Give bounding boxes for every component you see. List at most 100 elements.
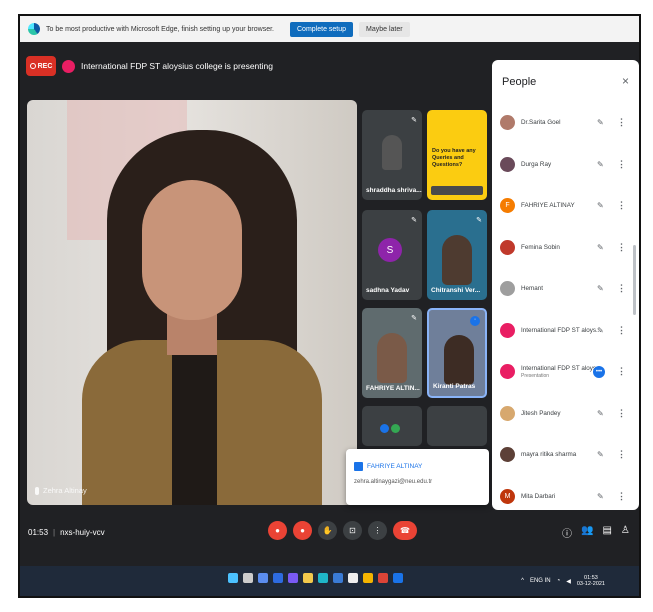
chevron-up-icon[interactable]: ^ xyxy=(521,578,524,584)
more-options-icon[interactable]: ⋮ xyxy=(617,325,626,336)
clock[interactable]: 01:53 03-12-2021 xyxy=(577,575,605,587)
list-item[interactable]: International FDP ST aloys... Presentati… xyxy=(492,351,639,393)
speaker-shirt xyxy=(172,350,217,505)
list-item[interactable]: Durga Ray ✎ ⋮ xyxy=(492,144,639,186)
mic-off-icon[interactable]: ✎ xyxy=(597,409,604,418)
mic-off-icon[interactable]: ✎ xyxy=(597,492,604,501)
app-icon[interactable] xyxy=(393,573,403,583)
edge-logo-icon xyxy=(28,23,40,35)
edge-message: To be most productive with Microsoft Edg… xyxy=(46,25,274,33)
mic-off-icon[interactable]: ✎ xyxy=(597,201,604,210)
mic-off-icon[interactable]: ✎ xyxy=(597,450,604,459)
widgets-icon[interactable] xyxy=(273,573,283,583)
participant-tile[interactable]: ✎ S sadhna Yadav xyxy=(362,210,422,300)
participant-avatar xyxy=(500,239,515,255)
participant-tile[interactable]: · Kiranti Patras xyxy=(427,308,487,398)
participant-name: International FDP ST aloys... xyxy=(521,364,602,372)
participant-avatar: S xyxy=(378,238,402,262)
more-options-icon[interactable]: ⋮ xyxy=(617,491,626,502)
participant-avatar xyxy=(500,281,515,297)
list-item[interactable]: Jitesh Pandey ✎ ⋮ xyxy=(492,393,639,435)
activities-icon[interactable]: ♙ xyxy=(621,525,630,540)
rec-label: REC xyxy=(37,62,53,70)
participant-tile[interactable] xyxy=(362,406,422,446)
mic-off-icon: ✎ xyxy=(476,217,482,224)
task-view-icon[interactable] xyxy=(258,573,268,583)
meeting-time: 01:53 xyxy=(28,528,49,537)
participant-tile[interactable]: Do you have any Queries and Questions? xyxy=(427,110,487,200)
participant-avatar xyxy=(500,156,515,172)
chrome-icon[interactable] xyxy=(348,573,358,583)
volume-icon[interactable]: ◀ xyxy=(566,578,571,585)
participant-list: Dr.Sarita Goel ✎ ⋮ Durga Ray ✎ ⋮ F FAHRI… xyxy=(492,102,639,510)
participant-name: International FDP ST aloys... xyxy=(521,326,602,334)
participant-tile[interactable]: ✎ Chitranshi Ver... xyxy=(427,210,487,300)
more-options-button[interactable]: ⋮ xyxy=(368,521,387,540)
more-options-icon[interactable]: ⋮ xyxy=(617,449,626,460)
info-icon[interactable]: ⓘ xyxy=(562,525,572,540)
participant-name: Dr.Sarita Goel xyxy=(521,119,561,127)
file-explorer-icon[interactable] xyxy=(303,573,313,583)
mic-off-icon[interactable]: ✎ xyxy=(597,284,604,293)
participant-avatar xyxy=(500,115,515,131)
slide-question-text: Do you have any Queries and Questions? xyxy=(432,148,476,168)
complete-setup-button[interactable]: Complete setup xyxy=(290,21,354,37)
more-options-icon[interactable]: ⋮ xyxy=(617,200,626,211)
participant-silhouette xyxy=(377,333,407,383)
wifi-icon[interactable]: ◔ xyxy=(557,578,561,584)
more-options-icon[interactable]: ⋮ xyxy=(617,408,626,419)
mic-off-icon[interactable]: ✎ xyxy=(597,118,604,127)
list-item[interactable]: Hemant ✎ ⋮ xyxy=(492,268,639,310)
close-icon[interactable]: × xyxy=(622,74,629,88)
mic-off-icon: ✎ xyxy=(411,315,417,322)
end-call-button[interactable]: ☎ xyxy=(393,521,417,540)
presenting-text: International FDP ST aloysius college is… xyxy=(81,61,273,71)
start-icon[interactable] xyxy=(228,573,238,583)
main-speaker-video[interactable]: Zehra Altinay xyxy=(27,100,357,505)
more-options-icon[interactable]: ⋮ xyxy=(617,366,626,377)
participant-name: Durga Ray xyxy=(521,160,552,168)
participant-avatar xyxy=(500,447,515,463)
search-icon[interactable] xyxy=(243,573,253,583)
app-icon[interactable] xyxy=(378,573,388,583)
participant-tile[interactable] xyxy=(427,406,487,446)
more-options-icon[interactable]: ⋮ xyxy=(617,117,626,128)
participant-tile[interactable]: ✎ shraddha shriva... xyxy=(362,110,422,200)
participant-avatar: M xyxy=(500,488,515,504)
participant-info-popup[interactable]: FAHRIYE ALTINAY zehra.altinaygazi@neu.ed… xyxy=(346,449,489,505)
maybe-later-button[interactable]: Maybe later xyxy=(359,21,410,37)
list-item[interactable]: F FAHRIYE ALTINAY ✎ ⋮ xyxy=(492,185,639,227)
participant-tile[interactable]: ✎ FAHRIYE ALTIN... xyxy=(362,308,422,398)
store-icon[interactable] xyxy=(333,573,343,583)
list-item[interactable]: M Mita Darbari ✎ ⋮ xyxy=(492,476,639,511)
more-options-icon[interactable]: ⋮ xyxy=(617,159,626,170)
mic-off-icon[interactable]: ✎ xyxy=(597,243,604,252)
list-item[interactable]: Dr.Sarita Goel ✎ ⋮ xyxy=(492,102,639,144)
clock-date: 03-12-2021 xyxy=(576,581,605,588)
mic-off-icon[interactable]: ✎ xyxy=(597,326,604,335)
scrollbar[interactable] xyxy=(633,245,636,315)
more-options-icon[interactable]: ⋮ xyxy=(617,242,626,253)
edge-notification-bar: To be most productive with Microsoft Edg… xyxy=(20,16,639,42)
mic-toggle-button[interactable]: ● xyxy=(268,521,287,540)
taskbar-apps xyxy=(228,573,403,583)
teams-icon[interactable] xyxy=(288,573,298,583)
side-controls: ⓘ 👥 ▤ ♙ xyxy=(562,525,630,540)
camera-toggle-button[interactable]: ● xyxy=(293,521,312,540)
recording-badge[interactable]: REC xyxy=(26,56,56,76)
app-icon[interactable] xyxy=(363,573,373,583)
people-icon[interactable]: 👥 xyxy=(581,525,593,540)
participant-name: Hemant xyxy=(521,285,544,293)
present-button[interactable]: ⊡ xyxy=(343,521,362,540)
chat-icon[interactable]: ▤ xyxy=(602,525,611,540)
edge-icon[interactable] xyxy=(318,573,328,583)
more-options-icon[interactable]: ⋮ xyxy=(617,283,626,294)
mic-off-icon[interactable]: ✎ xyxy=(597,160,604,169)
raise-hand-button[interactable]: ✋ xyxy=(318,521,337,540)
language-indicator[interactable]: ENG IN xyxy=(530,578,551,584)
list-item[interactable]: International FDP ST aloys... ✎ ⋮ xyxy=(492,310,639,352)
call-controls: ● ● ✋ ⊡ ⋮ ☎ xyxy=(268,521,417,540)
list-item[interactable]: Femina Sobin ✎ ⋮ xyxy=(492,227,639,269)
list-item[interactable]: mayra ritika sharma ✎ ⋮ xyxy=(492,434,639,476)
participant-avatar xyxy=(500,322,515,338)
